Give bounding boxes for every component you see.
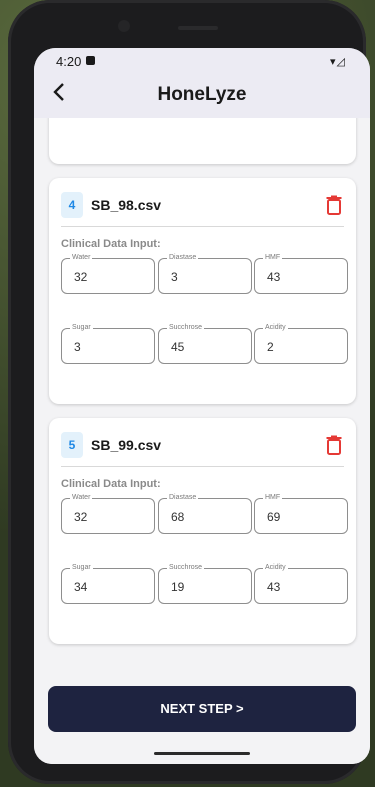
nav-bar: HoneLyze bbox=[34, 74, 370, 118]
hmf-field[interactable]: HMF 43 bbox=[254, 253, 348, 294]
field-value: 2 bbox=[267, 340, 274, 354]
diastase-field[interactable]: Diastase 68 bbox=[158, 493, 252, 534]
file-card: 5 SB_99.csv Clinical Data Input: Water 3… bbox=[49, 418, 356, 644]
app-screen: 4:20 ▾◿ HoneLyze 4 SB_98.csv Clinical Da… bbox=[34, 48, 370, 764]
earpiece bbox=[178, 26, 218, 30]
field-label: HMF bbox=[263, 253, 283, 263]
file-index-badge: 4 bbox=[61, 192, 83, 218]
app-header: 4:20 ▾◿ HoneLyze bbox=[34, 48, 370, 118]
file-card: 4 SB_98.csv Clinical Data Input: Water 3… bbox=[49, 178, 356, 404]
field-value: 45 bbox=[171, 340, 185, 354]
signal-battery-icon: ▾◿ bbox=[330, 56, 346, 68]
field-label: Diastase bbox=[167, 253, 199, 263]
delete-icon[interactable] bbox=[326, 435, 342, 455]
water-field[interactable]: Water 32 bbox=[61, 253, 155, 294]
field-label: Sugar bbox=[70, 563, 93, 573]
delete-icon[interactable] bbox=[326, 195, 342, 215]
phone-frame: 4:20 ▾◿ HoneLyze 4 SB_98.csv Clinical Da… bbox=[8, 0, 370, 784]
card-header: 4 SB_98.csv bbox=[61, 192, 344, 218]
water-field[interactable]: Water 32 bbox=[61, 493, 155, 534]
field-value: 68 bbox=[171, 510, 185, 524]
field-value: 32 bbox=[74, 510, 88, 524]
sugar-field[interactable]: Sugar 3 bbox=[61, 323, 155, 364]
sugar-field[interactable]: Sugar 34 bbox=[61, 563, 155, 604]
field-label: Succhrose bbox=[167, 323, 205, 333]
home-indicator[interactable] bbox=[154, 752, 250, 755]
succhrose-field[interactable]: Succhrose 19 bbox=[158, 563, 252, 604]
status-time: 4:20 bbox=[56, 54, 82, 69]
page-title: HoneLyze bbox=[157, 84, 247, 105]
status-bar: 4:20 ▾◿ bbox=[34, 48, 370, 74]
succhrose-field[interactable]: Succhrose 45 bbox=[158, 323, 252, 364]
field-value: 69 bbox=[267, 510, 281, 524]
card-header: 5 SB_99.csv bbox=[61, 432, 344, 458]
field-value: 3 bbox=[74, 340, 81, 354]
card-divider bbox=[61, 226, 344, 227]
card-divider bbox=[61, 466, 344, 467]
field-label: Succhrose bbox=[167, 563, 205, 573]
field-value: 43 bbox=[267, 270, 281, 284]
field-value: 19 bbox=[171, 580, 185, 594]
field-value: 43 bbox=[267, 580, 281, 594]
field-label: Water bbox=[70, 253, 93, 263]
file-name: SB_99.csv bbox=[91, 437, 162, 453]
hmf-field[interactable]: HMF 69 bbox=[254, 493, 348, 534]
file-index-badge: 5 bbox=[61, 432, 83, 458]
previous-card bbox=[49, 118, 356, 164]
file-name: SB_98.csv bbox=[91, 197, 162, 213]
field-label: Diastase bbox=[167, 493, 199, 503]
notification-icon bbox=[86, 56, 95, 65]
field-value: 32 bbox=[74, 270, 88, 284]
acidity-field[interactable]: Acidity 43 bbox=[254, 563, 348, 604]
field-value: 34 bbox=[74, 580, 88, 594]
scroll-content[interactable]: 4 SB_98.csv Clinical Data Input: Water 3… bbox=[34, 118, 370, 764]
diastase-field[interactable]: Diastase 3 bbox=[158, 253, 252, 294]
field-label: Acidity bbox=[263, 563, 288, 573]
field-label: Acidity bbox=[263, 323, 288, 333]
front-camera bbox=[118, 20, 130, 32]
field-label: HMF bbox=[263, 493, 283, 503]
acidity-field[interactable]: Acidity 2 bbox=[254, 323, 348, 364]
section-label: Clinical Data Input: bbox=[61, 478, 161, 490]
field-label: Water bbox=[70, 493, 93, 503]
section-label: Clinical Data Input: bbox=[61, 238, 161, 250]
field-value: 3 bbox=[171, 270, 178, 284]
next-step-button[interactable]: NEXT STEP > bbox=[48, 686, 356, 732]
field-label: Sugar bbox=[70, 323, 93, 333]
